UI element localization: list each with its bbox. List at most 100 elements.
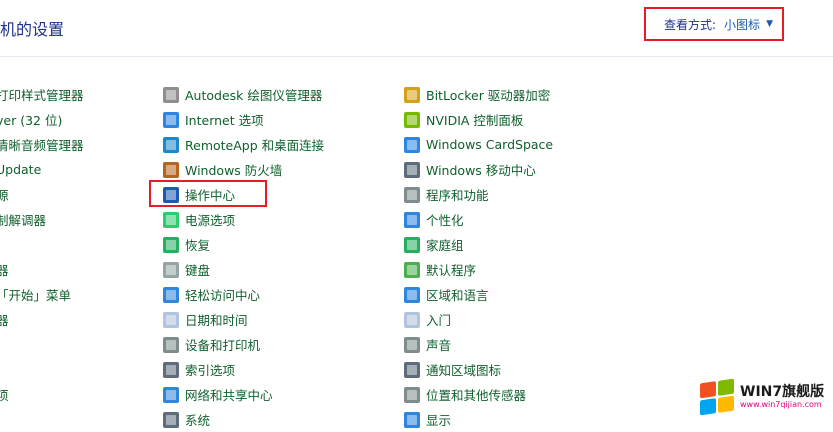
control-panel-item[interactable]: 恢复 — [163, 232, 324, 257]
control-panel-item[interactable]: 设备和打印机 — [163, 332, 324, 357]
empty-row — [0, 357, 84, 382]
control-panel-item-label: 「开始」菜单 — [0, 288, 72, 303]
view-mode-dropdown[interactable]: 小图标 — [724, 16, 760, 33]
control-panel-item[interactable]: 显示 — [404, 407, 553, 432]
mobility-center-icon — [404, 161, 420, 178]
view-mode-selector: 查看方式: 小图标 ▼ — [644, 7, 784, 41]
control-panel-item-label: 器 — [0, 313, 9, 328]
programs-icon — [404, 186, 420, 203]
speaker-icon — [404, 336, 420, 353]
control-panel-item[interactable]: ver (32 位) — [0, 107, 84, 132]
control-panel-item-label: 键盘 — [185, 263, 211, 278]
page-title: 机的设置 — [0, 20, 65, 39]
keyboard-icon — [163, 261, 179, 278]
control-panel-item-label: 网络和共享中心 — [185, 388, 273, 403]
watermark: WIN7旗舰版 www.win7qijian.com — [700, 372, 833, 422]
control-panel-item-label: 制解调器 — [0, 213, 47, 228]
sensor-icon — [404, 386, 420, 403]
control-panel-item[interactable]: 清晰音频管理器 — [0, 132, 84, 157]
control-panel-item-label: 轻松访问中心 — [185, 288, 261, 303]
nvidia-icon — [404, 111, 420, 128]
control-panel-item[interactable]: NVIDIA 控制面板 — [404, 107, 553, 132]
control-panel-item[interactable]: 系统 — [163, 407, 324, 432]
control-panel-item-label: 打印样式管理器 — [0, 88, 84, 103]
system-icon — [163, 411, 179, 428]
control-panel-item-label: Windows 防火墙 — [185, 163, 283, 178]
header-divider — [0, 56, 833, 57]
control-panel-column-3: BitLocker 驱动器加密 NVIDIA 控制面板 Windows CardSp… — [404, 82, 553, 432]
firewall-icon — [163, 161, 179, 178]
control-panel-item[interactable]: Windows 防火墙 — [163, 157, 324, 182]
control-panel-item-label: 个性化 — [426, 213, 464, 228]
windows-logo-icon — [700, 378, 734, 416]
cardspace-icon — [404, 136, 420, 153]
control-panel-item-label: Internet 选项 — [185, 113, 264, 128]
chevron-down-icon[interactable]: ▼ — [766, 19, 773, 29]
control-panel-item[interactable]: RemoteApp 和桌面连接 — [163, 132, 324, 157]
control-panel-item[interactable]: 制解调器 — [0, 207, 84, 232]
control-panel-item-label: 显示 — [426, 413, 452, 428]
control-panel-item[interactable]: 通知区域图标 — [404, 357, 553, 382]
control-panel-item[interactable]: Windows CardSpace — [404, 132, 553, 157]
control-panel-item[interactable]: 程序和功能 — [404, 182, 553, 207]
watermark-title: WIN7旗舰版 — [740, 384, 825, 400]
getting-started-icon — [404, 311, 420, 328]
control-panel-item-label: 位置和其他传感器 — [426, 388, 527, 403]
remote-desktop-icon — [163, 136, 179, 153]
control-panel-item-label: 系统 — [185, 413, 211, 428]
control-panel-item[interactable]: Internet 选项 — [163, 107, 324, 132]
control-panel-item[interactable]: 索引选项 — [163, 357, 324, 382]
control-panel-item[interactable]: Update — [0, 157, 84, 182]
control-panel-item[interactable]: 声音 — [404, 332, 553, 357]
control-panel-item-label: Windows 移动中心 — [426, 163, 536, 178]
control-panel-item-label: 日期和时间 — [185, 313, 248, 328]
control-panel-item[interactable]: 打印样式管理器 — [0, 82, 84, 107]
control-panel-item-label: 索引选项 — [185, 363, 236, 378]
control-panel-item[interactable]: Windows 移动中心 — [404, 157, 553, 182]
control-panel-item[interactable]: 器 — [0, 307, 84, 332]
view-mode-label: 查看方式: — [664, 17, 717, 32]
control-panel-item-label: 程序和功能 — [426, 188, 489, 203]
control-panel-column-2: Autodesk 绘图仪管理器 Internet 选项 RemoteApp 和桌面连… — [163, 82, 324, 432]
default-programs-icon — [404, 261, 420, 278]
control-panel-item[interactable]: 家庭组 — [404, 232, 553, 257]
control-panel-item-label: 器 — [0, 263, 9, 278]
control-panel-item[interactable]: BitLocker 驱动器加密 — [404, 82, 553, 107]
control-panel-item[interactable]: 轻松访问中心 — [163, 282, 324, 307]
power-icon — [163, 211, 179, 228]
homegroup-icon — [404, 236, 420, 253]
control-panel-item[interactable]: 个性化 — [404, 207, 553, 232]
control-panel-item[interactable]: 项 — [0, 382, 84, 407]
control-panel-item-label: ver (32 位) — [0, 113, 63, 128]
ease-of-access-icon — [163, 286, 179, 303]
control-panel-item-label: Autodesk 绘图仪管理器 — [185, 88, 323, 103]
recovery-icon — [163, 236, 179, 253]
internet-options-icon — [163, 111, 179, 128]
watermark-url: www.win7qijian.com — [740, 400, 822, 409]
control-panel-item-label: 清晰音频管理器 — [0, 138, 84, 153]
network-icon — [163, 386, 179, 403]
control-panel-item[interactable]: 默认程序 — [404, 257, 553, 282]
control-panel-item[interactable]: 入门 — [404, 307, 553, 332]
control-panel-item[interactable]: 区域和语言 — [404, 282, 553, 307]
control-panel-item[interactable]: Autodesk 绘图仪管理器 — [163, 82, 324, 107]
control-panel-item-label: 设备和打印机 — [185, 338, 261, 353]
control-panel-item-label: 区域和语言 — [426, 288, 489, 303]
control-panel-item[interactable]: 「开始」菜单 — [0, 282, 84, 307]
control-panel-item-label: RemoteApp 和桌面连接 — [185, 138, 325, 153]
control-panel-item[interactable]: 键盘 — [163, 257, 324, 282]
control-panel-item[interactable]: 日期和时间 — [163, 307, 324, 332]
control-panel-item[interactable]: 器 — [0, 257, 84, 282]
devices-printers-icon — [163, 336, 179, 353]
control-panel-item-label: 项 — [0, 388, 9, 403]
control-panel-item-label: 恢复 — [185, 238, 211, 253]
control-panel-item[interactable]: 网络和共享中心 — [163, 382, 324, 407]
control-panel-item[interactable]: 电源选项 — [163, 207, 324, 232]
control-panel-item-label: Windows CardSpace — [426, 137, 554, 152]
control-panel-item-label: NVIDIA 控制面板 — [426, 113, 524, 128]
header: 机的设置 查看方式: 小图标 ▼ — [0, 0, 833, 56]
control-panel-item-label: BitLocker 驱动器加密 — [426, 88, 551, 103]
control-panel-item[interactable]: 位置和其他传感器 — [404, 382, 553, 407]
control-panel-item[interactable]: 源 — [0, 182, 84, 207]
control-panel-item-label: Update — [0, 162, 42, 177]
